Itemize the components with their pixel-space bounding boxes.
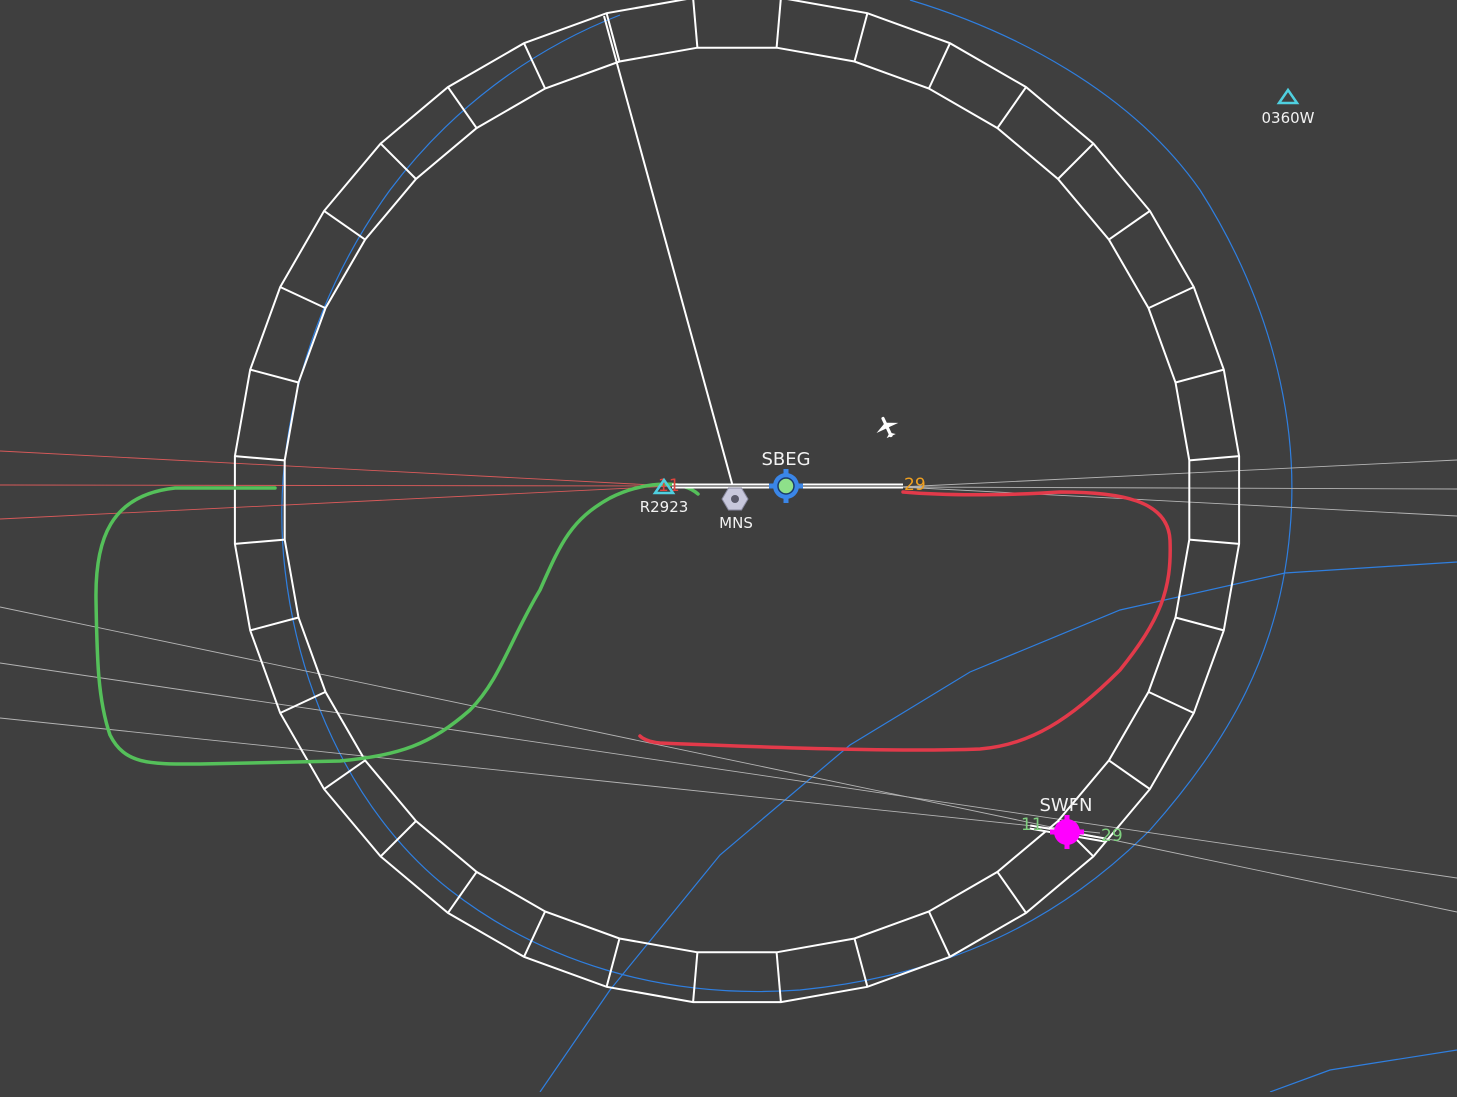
airspace-boundaries bbox=[281, 0, 1457, 1093]
vor-icon-mns[interactable] bbox=[721, 487, 749, 511]
range-ring-tick bbox=[996, 86, 1027, 129]
waypoint-label-r2923: R2923 bbox=[640, 498, 689, 516]
approach-line bbox=[0, 450, 673, 487]
airport-label-sbeg: SBEG bbox=[761, 449, 810, 470]
airway-line bbox=[0, 662, 1457, 879]
airport-icon-sbeg[interactable] bbox=[769, 469, 803, 503]
range-ring-tick bbox=[1148, 286, 1195, 310]
airport-label-swfn: SWFN bbox=[1039, 795, 1092, 816]
range-ring-tick bbox=[605, 938, 621, 988]
range-ring-tick bbox=[1148, 690, 1195, 714]
range-ring-tick bbox=[279, 286, 326, 310]
range-ring-tick bbox=[249, 616, 299, 632]
waypoint-label-0360w: 0360W bbox=[1261, 109, 1314, 127]
range-ring-tick bbox=[447, 86, 478, 129]
airway-line bbox=[0, 717, 1101, 834]
range-ring-tick bbox=[1175, 616, 1225, 632]
range-ring-tick bbox=[1189, 455, 1240, 462]
range-ring-tick bbox=[1057, 142, 1095, 180]
map-canvas[interactable]: 11 29 SBEG MNS R2923 0360W 11 29 SWFN bbox=[0, 0, 1457, 1093]
airway-line bbox=[899, 486, 1457, 490]
waypoint-icon-0360w[interactable] bbox=[1276, 87, 1300, 105]
range-ring-tick bbox=[1175, 368, 1225, 384]
range-ring-tick bbox=[234, 455, 285, 462]
approach-line bbox=[0, 485, 673, 520]
airway-line bbox=[0, 606, 1457, 913]
airway-line bbox=[899, 459, 1457, 488]
range-ring-tick bbox=[1108, 759, 1151, 790]
range-ring-tick bbox=[605, 12, 621, 62]
approach-lines bbox=[0, 450, 673, 520]
range-ring-tick bbox=[249, 368, 299, 384]
airport-icon-swfn[interactable] bbox=[1050, 815, 1084, 849]
range-ring-tick bbox=[523, 911, 547, 958]
range-ring-tick bbox=[692, 0, 699, 48]
airspace-line-1 bbox=[539, 561, 1457, 1093]
airway-line bbox=[899, 486, 1457, 517]
runway-end-swfn-11: 11 bbox=[1021, 815, 1043, 835]
range-ring-tick bbox=[1108, 210, 1151, 241]
airplane-icon[interactable] bbox=[871, 412, 902, 442]
range-ring-tick bbox=[234, 538, 285, 545]
range-ring-tick bbox=[379, 142, 417, 180]
range-ring-tick bbox=[927, 911, 951, 958]
airspace-line-2 bbox=[1269, 1049, 1457, 1093]
map-svg[interactable]: 11 29 SBEG MNS R2923 0360W 11 29 SWFN bbox=[0, 0, 1457, 1093]
approach-line bbox=[0, 484, 673, 487]
navaid-label-mns: MNS bbox=[719, 514, 753, 532]
range-ring-tick bbox=[927, 42, 951, 89]
range-ring-tick bbox=[523, 42, 547, 89]
range-ring-tick bbox=[853, 12, 869, 62]
runway-end-sbeg-29: 29 bbox=[904, 475, 926, 495]
range-ring-tick bbox=[323, 210, 366, 241]
range-ring-tick bbox=[692, 952, 699, 1003]
range-ring-tick bbox=[323, 759, 366, 790]
range-ring-tick bbox=[853, 938, 869, 988]
range-ring-tick bbox=[1189, 538, 1240, 545]
runway-end-swfn-29: 29 bbox=[1101, 826, 1123, 846]
range-ring-tick bbox=[775, 0, 782, 48]
range-ring-tick bbox=[775, 952, 782, 1003]
range-ring-tick bbox=[996, 871, 1027, 914]
bearing-line bbox=[603, 15, 734, 488]
